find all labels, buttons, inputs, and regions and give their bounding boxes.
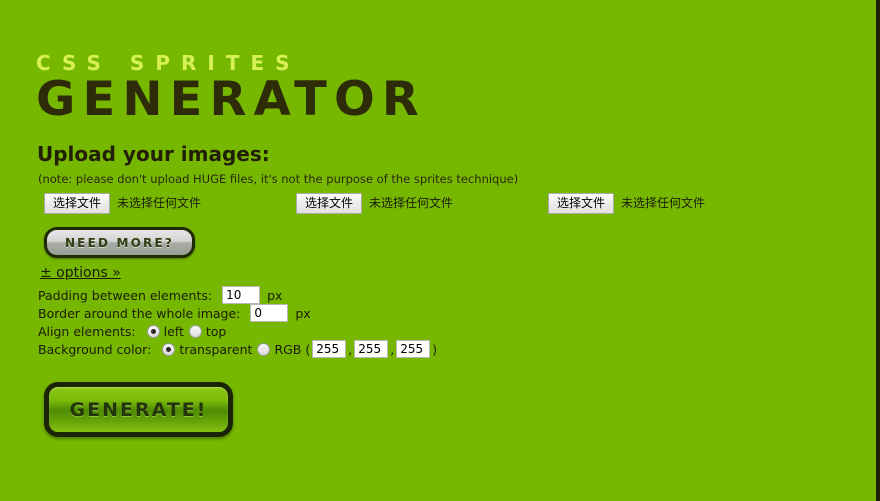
align-option-left-label: left	[163, 323, 184, 339]
need-more-label: NEED MORE?	[64, 235, 175, 250]
file-input-1[interactable]: 选择文件 未选择任何文件	[44, 192, 201, 214]
align-radio-top[interactable]	[188, 324, 202, 338]
upload-heading: Upload your images:	[37, 142, 270, 166]
site-logo: CSS SPRITES GENERATOR	[36, 51, 419, 124]
choose-file-button-2[interactable]: 选择文件	[296, 192, 363, 214]
padding-label: Padding between elements:	[38, 287, 213, 303]
options-toggle-link[interactable]: ± options »	[40, 265, 121, 281]
option-row-align: Align elements: left top	[38, 322, 226, 340]
choose-file-button-1[interactable]: 选择文件	[44, 192, 111, 214]
upload-note: (note: please don't upload HUGE files, i…	[38, 172, 519, 186]
border-label: Border around the whole image:	[38, 305, 241, 321]
rgb-blue-input[interactable]	[396, 340, 431, 358]
page-content: CSS SPRITES GENERATOR Upload your images…	[0, 0, 876, 501]
rgb-close-paren: )	[432, 341, 438, 357]
logo-line-generator: GENERATOR	[36, 72, 426, 127]
need-more-button[interactable]: NEED MORE?	[44, 227, 195, 258]
choose-file-button-3[interactable]: 选择文件	[548, 192, 615, 214]
background-option-rgb-label: RGB (	[274, 341, 311, 357]
file-status-1: 未选择任何文件	[117, 196, 202, 210]
page-right-edge	[876, 0, 880, 501]
logo-line-css-sprites: CSS SPRITES	[36, 51, 301, 75]
option-row-border: Border around the whole image: px	[38, 304, 311, 322]
rgb-green-input[interactable]	[354, 340, 389, 358]
align-radio-left[interactable]	[146, 324, 160, 338]
rgb-separator-1: ,	[348, 341, 353, 357]
background-radio-rgb[interactable]	[257, 342, 271, 356]
rgb-separator-2: ,	[390, 341, 395, 357]
file-status-2: 未选择任何文件	[369, 196, 454, 210]
align-option-top-label: top	[205, 323, 227, 339]
background-radio-transparent[interactable]	[162, 342, 176, 356]
background-label: Background color:	[38, 341, 152, 357]
file-status-3: 未选择任何文件	[621, 196, 706, 210]
align-label: Align elements:	[38, 323, 136, 339]
padding-input[interactable]	[222, 286, 261, 304]
option-row-background: Background color: transparent RGB ( , , …	[38, 340, 437, 358]
option-row-padding: Padding between elements: px	[38, 286, 282, 304]
file-inputs-row: 选择文件 未选择任何文件 选择文件 未选择任何文件 选择文件 未选择任何文件	[0, 192, 876, 216]
border-input[interactable]	[250, 304, 289, 322]
background-option-transparent-label: transparent	[179, 341, 253, 357]
padding-unit: px	[267, 287, 283, 303]
rgb-red-input[interactable]	[312, 340, 347, 358]
border-unit: px	[295, 305, 311, 321]
file-input-3[interactable]: 选择文件 未选择任何文件	[548, 192, 705, 214]
generate-button[interactable]: GENERATE!	[44, 382, 233, 437]
file-input-2[interactable]: 选择文件 未选择任何文件	[296, 192, 453, 214]
generate-label: GENERATE!	[69, 398, 208, 421]
